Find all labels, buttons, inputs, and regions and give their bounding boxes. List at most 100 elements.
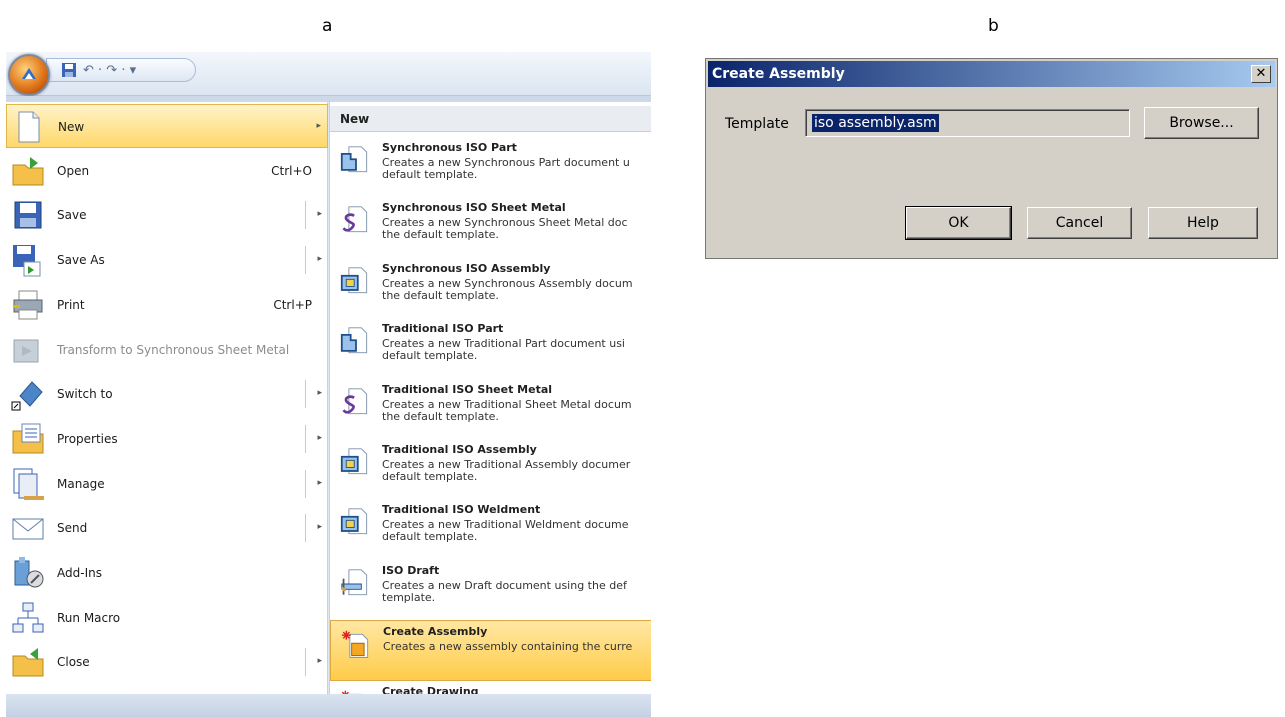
description-line-2: default template. — [382, 470, 478, 483]
submenu-item-synchronous-iso-assembly[interactable]: Synchronous ISO Assembly Creates a new Sy… — [330, 258, 651, 319]
cancel-button[interactable]: Cancel — [1027, 207, 1132, 239]
submenu-item-traditional-iso-sheet-metal[interactable]: Traditional ISO Sheet Metal Creates a new… — [330, 379, 651, 440]
menu-item-manage[interactable]: Manage ▸ — [6, 462, 328, 506]
submenu-item-traditional-iso-assembly[interactable]: Traditional ISO Assembly Creates a new Tr… — [330, 439, 651, 500]
submenu-item-description: Creates a new Draft document using the d… — [382, 580, 650, 604]
submenu-item-iso-draft[interactable]: ISO Draft Creates a new Draft document us… — [330, 560, 651, 621]
menu-item-label: Open — [57, 163, 90, 178]
manage-icon — [13, 468, 44, 500]
description-line-2: template. — [382, 590, 436, 604]
submenu-item-title: Synchronous ISO Sheet Metal — [382, 201, 566, 215]
menu-item-label: Save — [57, 208, 87, 223]
submenu-item-traditional-iso-part[interactable]: Traditional ISO Part Creates a new Tradit… — [330, 318, 651, 379]
weldment-document-icon — [340, 508, 368, 535]
menu-item-send[interactable]: Send ▸ — [6, 506, 328, 550]
menu-item-shortcut: Ctrl+O — [271, 163, 312, 178]
menu-item-close[interactable]: Close ▸ — [6, 640, 328, 684]
menu-item-label: Run Macro — [57, 610, 121, 625]
menu-item-label: Print — [57, 297, 85, 312]
new-submenu: New Synchronous ISO Part Creates a new Sy… — [329, 102, 651, 717]
close-icon[interactable]: ✕ — [1251, 65, 1271, 83]
submenu-arrow-icon[interactable]: ▸ — [317, 522, 322, 532]
submenu-arrow-icon[interactable]: ▸ — [317, 209, 322, 219]
menu-item-label: Add-Ins — [57, 566, 102, 580]
submenu-arrow-icon[interactable]: ▸ — [317, 433, 322, 443]
application-menu-list: New ▸ Open Ctrl+O Save ▸ Save As ▸ Print Ctrl+P Tr… — [6, 102, 328, 694]
menu-item-open[interactable]: Open Ctrl+O — [6, 149, 328, 193]
menu-item-shortcut: Ctrl+P — [273, 297, 312, 312]
part-document-icon — [340, 327, 368, 354]
application-logo-icon — [22, 68, 36, 79]
submenu-item-title: Traditional ISO Weldment — [382, 503, 541, 517]
undo-redo-glyphs[interactable]: ↶ · ↷ · ▾ — [83, 63, 136, 78]
menu-item-label: Close — [57, 655, 90, 670]
open-folder-icon — [12, 156, 44, 186]
save-icon[interactable] — [61, 62, 77, 78]
template-field[interactable]: iso assembly.asm — [805, 109, 1130, 137]
menu-item-transform-to-synchronous-sheet-metal[interactable]: Transform to Synchronous Sheet Metal — [6, 328, 328, 372]
split-separator — [305, 380, 306, 409]
figure-label-b: b — [988, 16, 999, 36]
create-assembly-icon — [341, 630, 369, 659]
browse-button[interactable]: Browse... — [1144, 107, 1259, 139]
printer-icon — [13, 290, 43, 320]
draft-document-icon — [340, 569, 368, 595]
menu-item-new[interactable]: New ▸ — [6, 104, 328, 148]
application-button[interactable] — [8, 54, 50, 96]
submenu-item-synchronous-iso-part[interactable]: Synchronous ISO Part Creates a new Synchr… — [330, 137, 651, 198]
menu-item-label: Switch to — [57, 387, 113, 402]
submenu-arrow-icon[interactable]: ▸ — [317, 388, 322, 398]
description-line-2: the default template. — [382, 228, 499, 242]
menu-item-save[interactable]: Save ▸ — [6, 193, 328, 237]
menu-item-label: Save As — [57, 253, 105, 268]
menu-item-label: New — [58, 120, 85, 134]
menu-item-save-as[interactable]: Save As ▸ — [6, 238, 328, 282]
submenu-item-title: Synchronous ISO Part — [382, 141, 517, 154]
quick-access-bar[interactable]: ↶ · ↷ · ▾ — [46, 58, 196, 82]
submenu-item-title: Create Assembly — [383, 625, 488, 639]
submenu-arrow-icon[interactable]: ▸ — [317, 254, 322, 264]
submenu-item-title: Traditional ISO Assembly — [382, 443, 537, 456]
submenu-item-title: Traditional ISO Part — [382, 322, 504, 336]
switch-to-icon — [11, 381, 43, 411]
description-line-1: Creates a new Synchronous Assembly docum — [382, 277, 633, 290]
ok-button[interactable]: OK — [905, 206, 1012, 240]
submenu-item-create-assembly[interactable]: Create Assembly Creates a new assembly co… — [330, 620, 651, 682]
save-as-icon — [13, 245, 41, 277]
description-line-2: default template. — [382, 530, 478, 544]
menu-item-properties[interactable]: Properties ▸ — [6, 417, 328, 461]
sheet-metal-document-icon — [342, 387, 368, 414]
description-line-1: Creates a new Traditional Sheet Metal do… — [382, 398, 632, 411]
split-separator — [305, 201, 306, 230]
split-separator — [305, 469, 306, 498]
save-icon — [14, 201, 42, 229]
transform-icon — [13, 339, 39, 362]
dialog-title: Create Assembly — [712, 66, 845, 82]
application-menu-panel: ↶ · ↷ · ▾ New ▸ Open Ctrl+O Save ▸ Save As ▸ Pri… — [6, 52, 651, 717]
submenu-item-title: Traditional ISO Sheet Metal — [382, 382, 553, 396]
description-line-2: default template. — [382, 349, 478, 363]
submenu-item-traditional-iso-weldment[interactable]: Traditional ISO Weldment Creates a new Tr… — [330, 499, 651, 560]
assembly-document-icon — [340, 448, 368, 475]
menu-item-switch-to[interactable]: Switch to ▸ — [6, 372, 328, 416]
properties-folder-icon — [12, 423, 44, 454]
split-separator — [305, 424, 306, 453]
submenu-item-title: ISO Draft — [382, 563, 440, 577]
help-button[interactable]: Help — [1148, 207, 1258, 239]
create-assembly-dialog: Create Assembly ✕ Template iso assembly.… — [705, 58, 1278, 259]
submenu-arrow-icon[interactable]: ▸ — [317, 478, 322, 488]
submenu-header: New — [330, 106, 651, 132]
menu-item-print[interactable]: Print Ctrl+P — [6, 283, 328, 327]
submenu-item-description: Creates a new Traditional Part document … — [382, 338, 650, 362]
sheet-metal-document-icon — [342, 206, 368, 233]
menu-item-add-ins[interactable]: Add-Ins — [6, 551, 328, 595]
menu-footer — [6, 694, 651, 717]
send-envelope-icon — [12, 518, 44, 540]
submenu-arrow-icon[interactable]: ▸ — [316, 121, 321, 131]
submenu-item-description: Creates a new Traditional Assembly docum… — [382, 459, 650, 483]
submenu-item-synchronous-iso-sheet-metal[interactable]: Synchronous ISO Sheet Metal Creates a new… — [330, 197, 651, 258]
menu-item-run-macro[interactable]: Run Macro — [6, 596, 328, 640]
template-label: Template — [725, 116, 789, 132]
menu-item-label: Properties — [57, 431, 118, 446]
submenu-arrow-icon[interactable]: ▸ — [317, 656, 322, 666]
